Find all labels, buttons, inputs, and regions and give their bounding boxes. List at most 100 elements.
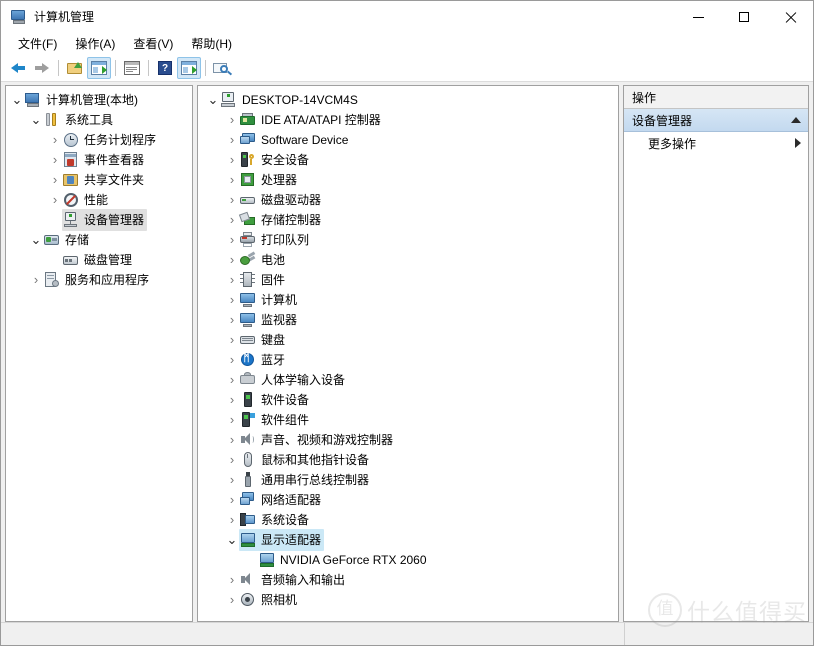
device-root-desktop[interactable]: ⌄ DESKTOP-14VCM4S — [198, 90, 618, 110]
minimize-button[interactable] — [675, 1, 721, 33]
row-selection-box: 存储控制器 — [238, 209, 324, 231]
chevron-right-icon[interactable]: › — [225, 150, 239, 170]
device-display-adapters[interactable]: ⌄ 显示适配器 — [198, 529, 618, 551]
device-network-adapters[interactable]: › 网络适配器 — [198, 490, 618, 510]
chevron-right-icon[interactable]: › — [225, 510, 239, 530]
chevron-right-icon[interactable]: › — [225, 190, 239, 210]
device-print-queues[interactable]: › 打印队列 — [198, 230, 618, 250]
device-processors[interactable]: › 处理器 — [198, 170, 618, 190]
chevron-right-icon[interactable]: › — [225, 410, 239, 430]
tree-performance-label: 性能 — [84, 193, 109, 207]
chevron-right-icon[interactable]: › — [48, 170, 62, 190]
chevron-right-icon[interactable]: › — [225, 370, 239, 390]
mouse-icon — [240, 452, 256, 468]
chevron-right-icon[interactable]: › — [225, 330, 239, 350]
chevron-right-icon[interactable]: › — [225, 270, 239, 290]
device-ide-ata-atapi-controllers[interactable]: › IDE ATA/ATAPI 控制器 — [198, 110, 618, 130]
chevron-right-icon[interactable]: › — [225, 130, 239, 150]
device-software-device[interactable]: › Software Device — [198, 130, 618, 150]
chevron-right-icon[interactable]: › — [225, 590, 239, 610]
chevron-down-icon[interactable]: ⌄ — [206, 93, 220, 107]
device-computer[interactable]: › 计算机 — [198, 290, 618, 310]
menu-file[interactable]: 文件(F) — [9, 34, 66, 54]
device-audio-inputs-and-outputs[interactable]: › 音频输入和输出 — [198, 570, 618, 590]
row-selection-box: 计算机管理(本地) — [24, 89, 141, 111]
chevron-right-icon[interactable]: › — [225, 110, 239, 130]
menu-action[interactable]: 操作(A) — [66, 34, 124, 54]
arrow-left-icon — [10, 61, 26, 75]
device-keyboards-label: 键盘 — [261, 333, 286, 347]
tree-performance[interactable]: › 性能 — [6, 190, 192, 210]
show-hide-console-tree-button[interactable] — [87, 57, 111, 79]
device-nvidia-geforce-rtx-2060[interactable]: NVIDIA GeForce RTX 2060 — [198, 550, 618, 570]
row-selection-box: 鼠标和其他指针设备 — [239, 449, 372, 471]
tree-storage[interactable]: ⌄ 存储 — [6, 230, 192, 250]
chevron-right-icon[interactable]: › — [225, 250, 239, 270]
chevron-right-icon[interactable]: › — [48, 190, 62, 210]
device-human-interface-devices[interactable]: › 人体学输入设备 — [198, 370, 618, 390]
device-cameras[interactable]: › 照相机 — [198, 590, 618, 610]
tree-device-manager[interactable]: 设备管理器 — [6, 209, 192, 231]
chevron-right-icon[interactable]: › — [225, 570, 239, 590]
tree-disk-management[interactable]: 磁盘管理 — [6, 250, 192, 270]
device-usb-controllers[interactable]: › 通用串行总线控制器 — [198, 470, 618, 490]
device-tree-pane[interactable]: ⌄ DESKTOP-14VCM4S › IDE ATA/ATAPI 控制器 › Softw… — [197, 85, 619, 622]
chevron-right-icon[interactable]: › — [225, 470, 239, 490]
chevron-right-icon[interactable]: › — [225, 450, 239, 470]
tree-event-viewer[interactable]: › 事件查看器 — [6, 150, 192, 170]
device-security-devices[interactable]: › 安全设备 — [198, 150, 618, 170]
chevron-down-icon[interactable]: ⌄ — [225, 533, 239, 547]
up-one-level-button[interactable] — [63, 57, 87, 79]
close-button[interactable] — [767, 1, 813, 33]
device-system-devices[interactable]: › 系统设备 — [198, 510, 618, 530]
chevron-right-icon[interactable]: › — [225, 430, 239, 450]
device-monitors[interactable]: › 监视器 — [198, 310, 618, 330]
device-firmware[interactable]: › 固件 — [198, 270, 618, 290]
device-software-devices[interactable]: › 软件设备 — [198, 390, 618, 410]
menu-help[interactable]: 帮助(H) — [182, 34, 241, 54]
chevron-right-icon[interactable]: › — [225, 290, 239, 310]
tree-computer-management-local[interactable]: ⌄ 计算机管理(本地) — [6, 90, 192, 110]
menu-view[interactable]: 查看(V) — [124, 34, 182, 54]
scan-hardware-button[interactable] — [210, 57, 234, 79]
chevron-down-icon[interactable]: ⌄ — [29, 233, 43, 247]
properties-button[interactable] — [120, 57, 144, 79]
device-keyboards[interactable]: › 键盘 — [198, 330, 618, 350]
maximize-button[interactable] — [721, 1, 767, 33]
tree-task-scheduler[interactable]: › 任务计划程序 — [6, 130, 192, 150]
help-button[interactable]: ? — [153, 57, 177, 79]
device-batteries[interactable]: › 电池 — [198, 250, 618, 270]
device-processors-label: 处理器 — [261, 173, 298, 187]
chevron-right-icon[interactable]: › — [225, 390, 239, 410]
back-button[interactable] — [6, 57, 30, 79]
actions-group-device-manager[interactable]: 设备管理器 — [624, 109, 808, 132]
chevron-right-icon[interactable]: › — [225, 210, 239, 230]
tree-system-tools[interactable]: ⌄ 系统工具 — [6, 110, 192, 130]
row-selection-box: 系统工具 — [43, 109, 116, 131]
device-bluetooth[interactable]: › ᛗ 蓝牙 — [198, 350, 618, 370]
device-disk-drives[interactable]: › 磁盘驱动器 — [198, 190, 618, 210]
device-mice-and-pointing-devices[interactable]: › 鼠标和其他指针设备 — [198, 450, 618, 470]
chevron-right-icon[interactable]: › — [225, 230, 239, 250]
console-tree-pane[interactable]: ⌄ 计算机管理(本地) ⌄ 系统工具 › 任务计划程序 › 事件查看器 › 共享文件夹 › 性能 设备管… — [5, 85, 193, 622]
device-tree: ⌄ DESKTOP-14VCM4S › IDE ATA/ATAPI 控制器 › Softw… — [198, 86, 618, 610]
chevron-down-icon[interactable]: ⌄ — [29, 113, 43, 127]
chevron-right-icon[interactable]: › — [29, 270, 43, 290]
chevron-right-icon[interactable]: › — [48, 150, 62, 170]
content-area: ⌄ 计算机管理(本地) ⌄ 系统工具 › 任务计划程序 › 事件查看器 › 共享文件夹 › 性能 设备管… — [1, 82, 813, 622]
device-sound-video-game-controllers[interactable]: › 声音、视频和游戏控制器 — [198, 430, 618, 450]
device-software-components[interactable]: › 软件组件 — [198, 410, 618, 430]
chevron-up-icon[interactable] — [791, 117, 801, 123]
chevron-right-icon[interactable]: › — [225, 350, 239, 370]
chevron-right-icon[interactable]: › — [225, 490, 239, 510]
chevron-right-icon[interactable]: › — [225, 170, 239, 190]
export-list-button[interactable] — [177, 57, 201, 79]
device-storage-controllers[interactable]: › 存储控制器 — [198, 210, 618, 230]
tree-services-and-applications[interactable]: › 服务和应用程序 — [6, 270, 192, 290]
tree-shared-folders[interactable]: › 共享文件夹 — [6, 170, 192, 190]
chevron-right-icon[interactable]: › — [48, 130, 62, 150]
forward-button[interactable] — [30, 57, 54, 79]
action-more-actions[interactable]: 更多操作 — [624, 132, 808, 154]
chevron-right-icon[interactable]: › — [225, 310, 239, 330]
chevron-down-icon[interactable]: ⌄ — [10, 93, 24, 107]
